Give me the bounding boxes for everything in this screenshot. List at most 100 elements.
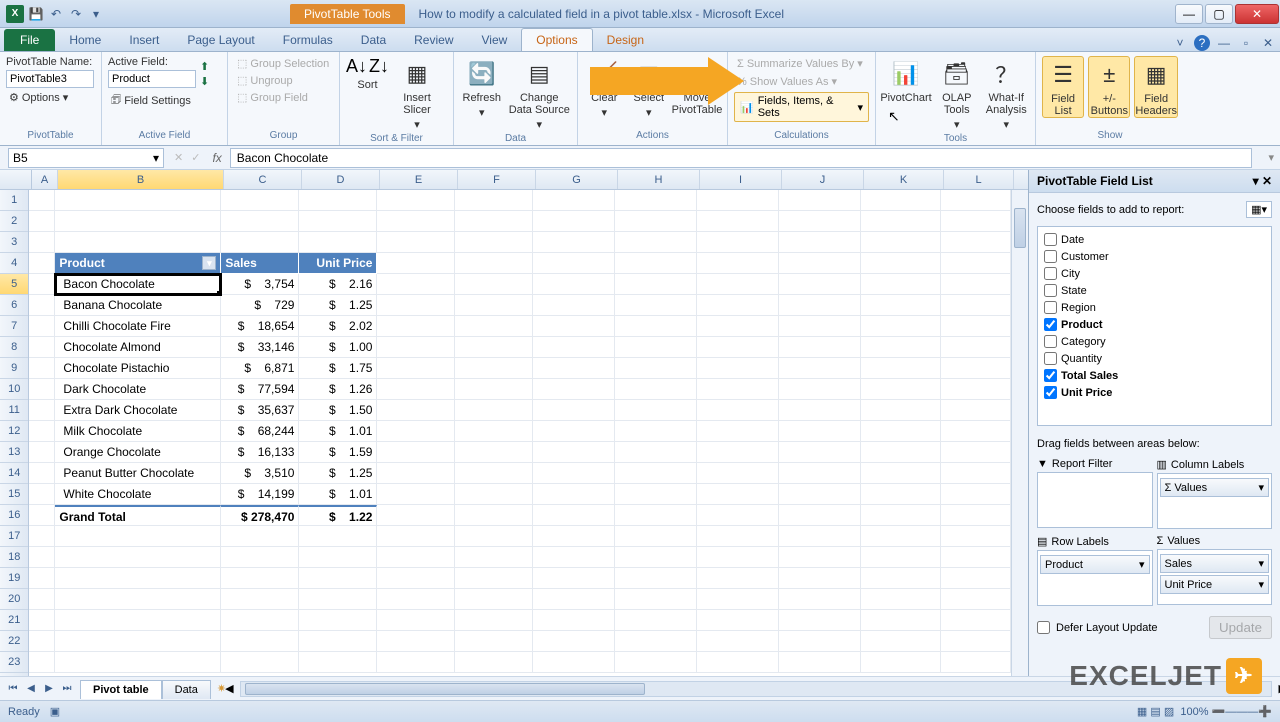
cell-L14[interactable] [941,463,1011,484]
name-box[interactable]: B5▾ [8,148,164,168]
view-break-icon[interactable]: ▨ [1164,706,1174,718]
cell-D22[interactable] [299,631,377,652]
column-header-L[interactable]: L [944,170,1014,189]
cell-J2[interactable] [779,211,861,232]
tab-page-layout[interactable]: Page Layout [173,29,268,51]
cell-K18[interactable] [861,547,941,568]
doc-minimize-icon[interactable]: — [1216,35,1232,51]
cell-E21[interactable] [377,610,455,631]
zoom-level[interactable]: 100% [1180,706,1208,718]
cell-I4[interactable] [697,253,779,274]
cell-D15[interactable]: $ 1.01 [299,484,377,505]
cell-L17[interactable] [941,526,1011,547]
cell-F20[interactable] [455,589,533,610]
cell-G14[interactable] [533,463,615,484]
cell-K10[interactable] [861,379,941,400]
cell-A18[interactable] [29,547,55,568]
cell-F16[interactable] [455,505,533,526]
cell-I20[interactable] [697,589,779,610]
cell-K7[interactable] [861,316,941,337]
cell-C13[interactable]: $ 16,133 [221,442,299,463]
cell-A1[interactable] [29,190,55,211]
undo-icon[interactable]: ↶ [48,6,64,22]
cell-F6[interactable] [455,295,533,316]
cell-B16[interactable]: Grand Total [55,505,221,526]
field-item-city[interactable]: City [1042,265,1267,282]
cell-C20[interactable] [221,589,299,610]
cell-B12[interactable]: Milk Chocolate [55,421,221,442]
next-sheet-icon[interactable]: ▶ [40,680,58,698]
row-header-11[interactable]: 11 [0,400,28,421]
row-header-22[interactable]: 22 [0,631,28,652]
help-icon[interactable]: ? [1194,35,1210,51]
cell-B1[interactable] [55,190,221,211]
cell-D23[interactable] [299,652,377,673]
cell-H17[interactable] [615,526,697,547]
column-header-C[interactable]: C [224,170,302,189]
chevron-down-icon[interactable]: ▾ [153,151,159,165]
cell-D12[interactable]: $ 1.01 [299,421,377,442]
cell-F13[interactable] [455,442,533,463]
field-checkbox[interactable] [1044,301,1057,314]
refresh-button[interactable]: 🔄Refresh▾ [460,56,504,119]
field-checkbox[interactable] [1044,250,1057,263]
row-header-4[interactable]: 4 [0,253,28,274]
cell-F4[interactable] [455,253,533,274]
cell-C21[interactable] [221,610,299,631]
cell-A17[interactable] [29,526,55,547]
cell-E20[interactable] [377,589,455,610]
cell-I2[interactable] [697,211,779,232]
field-checkbox[interactable] [1044,233,1057,246]
cell-B8[interactable]: Chocolate Almond [55,337,221,358]
cell-G3[interactable] [533,232,615,253]
cell-F18[interactable] [455,547,533,568]
cell-C2[interactable] [221,211,299,232]
cell-E16[interactable] [377,505,455,526]
tab-view[interactable]: View [468,29,522,51]
column-header-H[interactable]: H [618,170,700,189]
cell-B23[interactable] [55,652,221,673]
cell-H16[interactable] [615,505,697,526]
cell-I7[interactable] [697,316,779,337]
cell-L4[interactable] [941,253,1011,274]
redo-icon[interactable]: ↷ [68,6,84,22]
cell-A14[interactable] [29,463,55,484]
cell-F2[interactable] [455,211,533,232]
cell-G23[interactable] [533,652,615,673]
change-data-source-button[interactable]: ▤Change Data Source▾ [508,56,571,131]
cell-E15[interactable] [377,484,455,505]
field-checkbox[interactable] [1044,284,1057,297]
cell-F12[interactable] [455,421,533,442]
cell-E3[interactable] [377,232,455,253]
cell-B13[interactable]: Orange Chocolate [55,442,221,463]
enter-formula-icon[interactable]: ✓ [187,151,204,164]
vertical-scrollbar[interactable] [1011,190,1028,676]
cell-H5[interactable] [615,274,697,295]
sheet-tab-data[interactable]: Data [162,680,211,699]
cell-C11[interactable]: $ 35,637 [221,400,299,421]
cell-C1[interactable] [221,190,299,211]
cell-I18[interactable] [697,547,779,568]
cell-A16[interactable] [29,505,55,526]
cell-A19[interactable] [29,568,55,589]
cell-I16[interactable] [697,505,779,526]
cell-A4[interactable] [29,253,55,274]
cell-H14[interactable] [615,463,697,484]
row-header-15[interactable]: 15 [0,484,28,505]
cell-H15[interactable] [615,484,697,505]
cell-K23[interactable] [861,652,941,673]
scrollbar-thumb[interactable] [245,683,645,695]
cell-F21[interactable] [455,610,533,631]
tab-formulas[interactable]: Formulas [269,29,347,51]
scrollbar-thumb[interactable] [1014,208,1026,248]
cell-K11[interactable] [861,400,941,421]
cell-E19[interactable] [377,568,455,589]
cell-F1[interactable] [455,190,533,211]
cell-G12[interactable] [533,421,615,442]
cell-D7[interactable]: $ 2.02 [299,316,377,337]
cell-D17[interactable] [299,526,377,547]
cell-B6[interactable]: Banana Chocolate [55,295,221,316]
cell-F22[interactable] [455,631,533,652]
spreadsheet-grid[interactable]: ABCDEFGHIJKL 123456789101112131415161718… [0,170,1028,676]
cell-E4[interactable] [377,253,455,274]
